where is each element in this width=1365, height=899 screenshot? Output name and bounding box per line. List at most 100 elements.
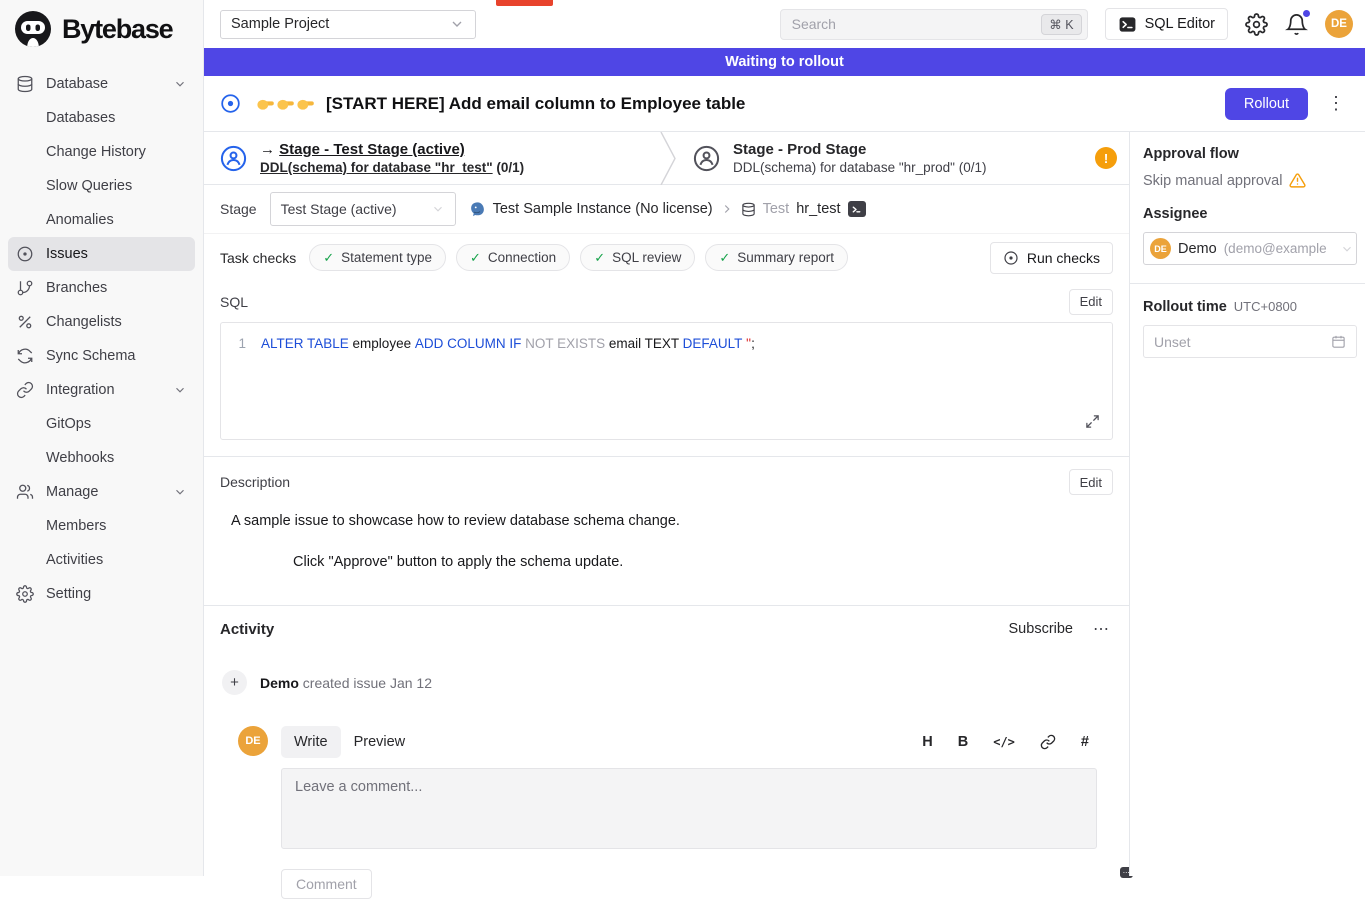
sidebar-item-branches[interactable]: Branches [8, 271, 195, 305]
gear-icon [16, 585, 34, 603]
point-right-emoji [276, 94, 295, 113]
assignee-name: Demo [1178, 241, 1217, 257]
stage-person-icon [693, 145, 720, 172]
sidebar-item-databases[interactable]: Databases [8, 101, 195, 135]
sidebar-item-change-history[interactable]: Change History [8, 135, 195, 169]
stage-label: Stage [220, 201, 257, 217]
search-input[interactable] [792, 16, 1042, 32]
check-pill-label: Summary report [737, 250, 834, 265]
sidebar-item-slow-queries[interactable]: Slow Queries [8, 169, 195, 203]
issue-open-status-icon [220, 93, 241, 114]
approval-flow-label: Approval flow [1143, 146, 1357, 162]
activity-label: Activity [220, 621, 274, 638]
sql-editor[interactable]: 1ALTER TABLE employee ADD COLUMN IF NOT … [220, 322, 1113, 440]
database-link[interactable]: hr_test [796, 201, 840, 217]
chevron-down-icon [431, 202, 445, 216]
sidebar-item-label: Issues [46, 246, 88, 262]
activity-menu-kebab[interactable]: ⋯ [1093, 619, 1109, 639]
sidebar-item-label: Activities [46, 552, 103, 568]
sidebar-item-activities[interactable]: Activities [8, 543, 195, 577]
project-select[interactable]: Sample Project [220, 10, 476, 39]
changelist-icon [16, 313, 34, 331]
plus-icon: + [222, 670, 247, 695]
comment-submit-button[interactable]: Comment [281, 869, 372, 899]
code-format-icon[interactable]: </> [993, 735, 1015, 749]
sidebar-item-webhooks[interactable]: Webhooks [8, 441, 195, 475]
page-title: [START HERE] Add email column to Employe… [326, 94, 745, 114]
sidebar-item-label: Members [46, 518, 106, 534]
assignee-email: (demo@example [1224, 241, 1333, 256]
chevron-down-icon [173, 383, 187, 397]
sql-label: SQL [220, 294, 248, 310]
stage-task-link[interactable]: DDL(schema) for database "hr_test" [260, 160, 493, 175]
sidebar-item-label: Manage [46, 484, 98, 500]
check-pill-statement-type[interactable]: ✓ Statement type [309, 244, 446, 271]
search-box[interactable]: ⌘ K [780, 9, 1088, 40]
comment-input[interactable] [281, 768, 1097, 849]
sidebar-item-label: Changelists [46, 314, 122, 330]
check-success-icon: ✓ [719, 250, 730, 266]
sql-editor-button[interactable]: SQL Editor [1105, 8, 1228, 40]
stage-card-prod[interactable]: Stage - Prod Stage DDL(schema) for datab… [677, 132, 1129, 184]
stage-select[interactable]: Test Stage (active) [270, 192, 456, 226]
hash-format-icon[interactable]: # [1081, 734, 1089, 750]
description-text: Click "Approve" button to apply the sche… [293, 554, 1113, 570]
sidebar-item-database[interactable]: Database [8, 67, 195, 101]
subscribe-link[interactable]: Subscribe [1009, 621, 1073, 637]
sidebar-item-gitops[interactable]: GitOps [8, 407, 195, 441]
task-checks-row: Task checks ✓ Statement type ✓ Connectio… [204, 234, 1129, 281]
check-pill-sql-review[interactable]: ✓ SQL review [580, 244, 695, 271]
sidebar-item-integration[interactable]: Integration [8, 373, 195, 407]
chevron-right-icon [720, 202, 734, 216]
tab-preview[interactable]: Preview [341, 726, 419, 758]
issue-menu-kebab[interactable]: ⋮ [1327, 93, 1345, 114]
bold-format-icon[interactable]: B [958, 734, 968, 750]
assignee-label: Assignee [1143, 206, 1357, 222]
sql-code-line: 1ALTER TABLE employee ADD COLUMN IF NOT … [221, 336, 1112, 351]
task-checks-label: Task checks [220, 250, 296, 266]
sidebar-item-changelists[interactable]: Changelists [8, 305, 195, 339]
left-sidebar: Bytebase Database Databases Change Histo… [0, 0, 204, 876]
issue-sidebar: Approval flow Skip manual approval Assig… [1129, 132, 1365, 876]
topbar: Sample Project ⌘ K SQL Editor DE [204, 0, 1365, 48]
check-pill-connection[interactable]: ✓ Connection [456, 244, 570, 271]
notification-dot [1303, 10, 1310, 17]
calendar-icon [1331, 334, 1346, 349]
description-edit-button[interactable]: Edit [1069, 469, 1113, 495]
link-format-icon[interactable] [1040, 734, 1056, 750]
heading-format-icon[interactable]: H [922, 734, 932, 750]
stage-card-test[interactable]: → Stage - Test Stage (active) DDL(schema… [204, 132, 660, 184]
rollout-time-picker[interactable]: Unset [1143, 325, 1357, 358]
user-avatar[interactable]: DE [1325, 10, 1353, 38]
rollout-button[interactable]: Rollout [1225, 88, 1308, 120]
sidebar-item-setting[interactable]: Setting [8, 577, 195, 611]
project-select-value: Sample Project [231, 16, 329, 32]
branch-icon [16, 279, 34, 297]
sidebar-item-manage[interactable]: Manage [8, 475, 195, 509]
comment-avatar: DE [238, 726, 268, 756]
sidebar-item-sync-schema[interactable]: Sync Schema [8, 339, 195, 373]
brand-name: Bytebase [62, 14, 172, 45]
stage-title: Stage - Prod Stage [733, 141, 986, 158]
tab-write[interactable]: Write [281, 726, 341, 758]
expand-editor-icon[interactable] [1085, 414, 1100, 429]
sidebar-item-label: Slow Queries [46, 178, 132, 194]
sidebar-item-members[interactable]: Members [8, 509, 195, 543]
sidebar-item-issues[interactable]: Issues [8, 237, 195, 271]
check-pill-summary-report[interactable]: ✓ Summary report [705, 244, 848, 271]
notification-bell-button[interactable] [1285, 13, 1308, 36]
line-number: 1 [221, 336, 261, 351]
sql-edit-button[interactable]: Edit [1069, 289, 1113, 315]
stage-person-icon-active [220, 145, 247, 172]
assignee-avatar: DE [1150, 238, 1171, 259]
sidebar-item-label: Databases [46, 110, 115, 126]
instance-link[interactable]: Test Sample Instance (No license) [493, 201, 713, 217]
stage-title-link[interactable]: Stage - Test Stage (active) [279, 141, 465, 158]
stage-task-count: (0/1) [496, 160, 524, 175]
open-in-sql-editor-icon[interactable] [848, 201, 866, 217]
run-checks-button[interactable]: Run checks [990, 242, 1113, 274]
settings-gear-button[interactable] [1245, 13, 1268, 36]
assignee-select[interactable]: DE Demo (demo@example [1143, 232, 1357, 265]
sidebar-item-anomalies[interactable]: Anomalies [8, 203, 195, 237]
bytebase-logo[interactable]: Bytebase [0, 0, 203, 57]
